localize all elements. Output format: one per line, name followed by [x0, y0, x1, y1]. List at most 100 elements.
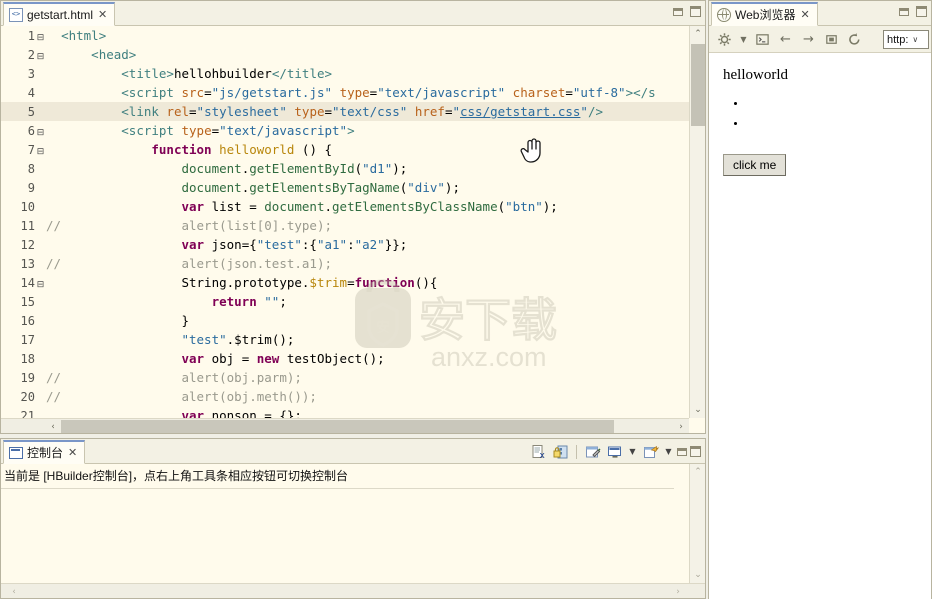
chevron-down-icon-2[interactable]: ▼	[663, 442, 674, 461]
close-icon[interactable]: ✕	[800, 9, 809, 20]
html-file-icon: <>	[9, 7, 23, 22]
scroll-right-icon[interactable]: ›	[673, 419, 689, 434]
url-input[interactable]: http: ∨	[883, 30, 929, 49]
console-divider	[1, 488, 674, 489]
pin-console-icon[interactable]	[583, 442, 602, 461]
forward-arrow-icon[interactable]: →	[799, 30, 818, 49]
editor-tabbar: <> getstart.html ✕	[1, 1, 705, 26]
line-number: 20	[20, 390, 35, 404]
editor-panel: <> getstart.html ✕ 1 ⊟ <html> 2 ⊟ <head> 3 <…	[0, 0, 706, 434]
console-toolbar: x ▼ ▼	[529, 442, 701, 461]
code-editor-area[interactable]: 1 ⊟ <html> 2 ⊟ <head> 3 <title>hellohbuilder…	[1, 26, 689, 418]
back-arrow-icon[interactable]: ←	[776, 30, 795, 49]
console-horizontal-scrollbar[interactable]: ‹ ›	[1, 583, 705, 598]
minimize-icon[interactable]	[673, 7, 683, 16]
close-icon[interactable]: ✕	[68, 447, 77, 458]
line-number: 4	[27, 86, 35, 100]
editor-vertical-scrollbar[interactable]: ⌃ ⌄	[689, 26, 705, 418]
scroll-lock-icon[interactable]	[551, 442, 570, 461]
refresh-icon[interactable]	[845, 30, 864, 49]
code-line: 16 }	[1, 311, 689, 330]
list-item	[747, 118, 931, 138]
comment-marker: //	[46, 218, 62, 233]
line-number: 5	[27, 105, 35, 119]
maximize-icon[interactable]	[690, 6, 701, 17]
comment-spacer	[46, 294, 61, 309]
console-scroll-down-icon[interactable]: ⌄	[690, 567, 706, 583]
comment-spacer	[46, 275, 61, 290]
code-line: 9 document.getElementsByTagName("div");	[1, 178, 689, 197]
editor-hscroll-thumb[interactable]	[61, 420, 614, 433]
console-tab[interactable]: 控制台 ✕	[3, 440, 86, 464]
code-line: 2 ⊟ <head>	[1, 45, 689, 64]
console-scroll-right-icon[interactable]: ›	[671, 584, 685, 599]
scroll-down-icon[interactable]: ⌄	[690, 402, 706, 418]
comment-spacer	[46, 408, 61, 418]
open-console-icon[interactable]	[641, 442, 660, 461]
code-text: }	[181, 313, 190, 328]
display-selected-console-icon[interactable]	[605, 442, 624, 461]
chevron-down-icon[interactable]: ▼	[738, 30, 749, 49]
page-bullet-list	[747, 98, 931, 138]
console-scroll-left-icon[interactable]: ‹	[7, 584, 21, 599]
code-line: 19 // alert(obj.parm);	[1, 368, 689, 387]
line-number: 10	[20, 200, 35, 214]
list-item	[747, 98, 931, 118]
code-line: 18 var obj = new testObject();	[1, 349, 689, 368]
editor-window-buttons	[673, 6, 701, 17]
line-number: 11	[20, 219, 35, 233]
browser-page-content: helloworld click me	[709, 53, 931, 599]
minimize-icon[interactable]	[677, 447, 687, 456]
code-line: 4 <script src="js/getstart.js" type="tex…	[1, 83, 689, 102]
line-number: 3	[27, 67, 35, 81]
url-value: http:	[887, 33, 909, 46]
code-line: 21 var nonson = {};	[1, 406, 689, 418]
chevron-down-icon[interactable]: ▼	[627, 442, 638, 461]
comment-marker: //	[46, 256, 62, 271]
line-number: 12	[20, 238, 35, 252]
comment-spacer	[46, 123, 61, 138]
code-text: <html>	[61, 28, 107, 43]
clear-console-icon[interactable]: x	[529, 442, 548, 461]
maximize-icon[interactable]	[690, 446, 701, 457]
code-line: 17 "test".$trim();	[1, 330, 689, 349]
minimize-icon[interactable]	[899, 7, 909, 16]
code-line: 20 // alert(obj.meth());	[1, 387, 689, 406]
toolbar-separator	[576, 444, 577, 459]
editor-tab-label: getstart.html	[27, 7, 94, 22]
scroll-up-icon[interactable]: ⌃	[690, 26, 706, 42]
line-number: 21	[20, 409, 35, 418]
code-line: 3 <title>hellohbuilder</title>	[1, 64, 689, 83]
maximize-icon[interactable]	[916, 6, 927, 17]
gear-icon[interactable]	[715, 30, 734, 49]
code-text: <head>	[91, 47, 137, 62]
console-vertical-scrollbar[interactable]: ⌃ ⌄	[689, 464, 705, 583]
code-text: <link rel="stylesheet" type="text/css" h…	[121, 104, 604, 119]
chevron-down-icon[interactable]: ∨	[912, 35, 918, 44]
code-text: return "";	[211, 294, 287, 309]
scroll-left-icon[interactable]: ‹	[45, 419, 61, 434]
line-number: 13	[20, 257, 35, 271]
console-icon	[9, 446, 23, 459]
code-line: 10 var list = document.getElementsByClas…	[1, 197, 689, 216]
browser-window-buttons	[899, 6, 927, 17]
code-text: alert(json.test.a1);	[181, 256, 332, 271]
editor-vscroll-thumb[interactable]	[691, 44, 705, 126]
console-message: 当前是 [HBuilder控制台]，点右上角工具条相应按钮可切换控制台	[4, 469, 349, 483]
code-text: var json={"test":{"a1":"a2"}};	[181, 237, 408, 252]
code-text: document.getElementsByTagName("div");	[181, 180, 460, 195]
comment-spacer	[46, 180, 61, 195]
code-text: alert(obj.parm);	[181, 370, 302, 385]
terminal-icon[interactable]	[753, 30, 772, 49]
editor-horizontal-scrollbar[interactable]: ‹ ›	[1, 418, 689, 433]
click-me-button[interactable]: click me	[723, 154, 787, 176]
comment-spacer	[46, 351, 61, 366]
line-number: 7	[27, 143, 35, 157]
editor-tab-getstart-html[interactable]: <> getstart.html ✕	[3, 2, 116, 26]
browser-tab[interactable]: Web浏览器 ✕	[711, 2, 818, 26]
console-scroll-up-icon[interactable]: ⌃	[690, 464, 706, 480]
close-icon[interactable]: ✕	[98, 9, 107, 20]
line-number: 17	[20, 333, 35, 347]
stop-icon[interactable]	[822, 30, 841, 49]
